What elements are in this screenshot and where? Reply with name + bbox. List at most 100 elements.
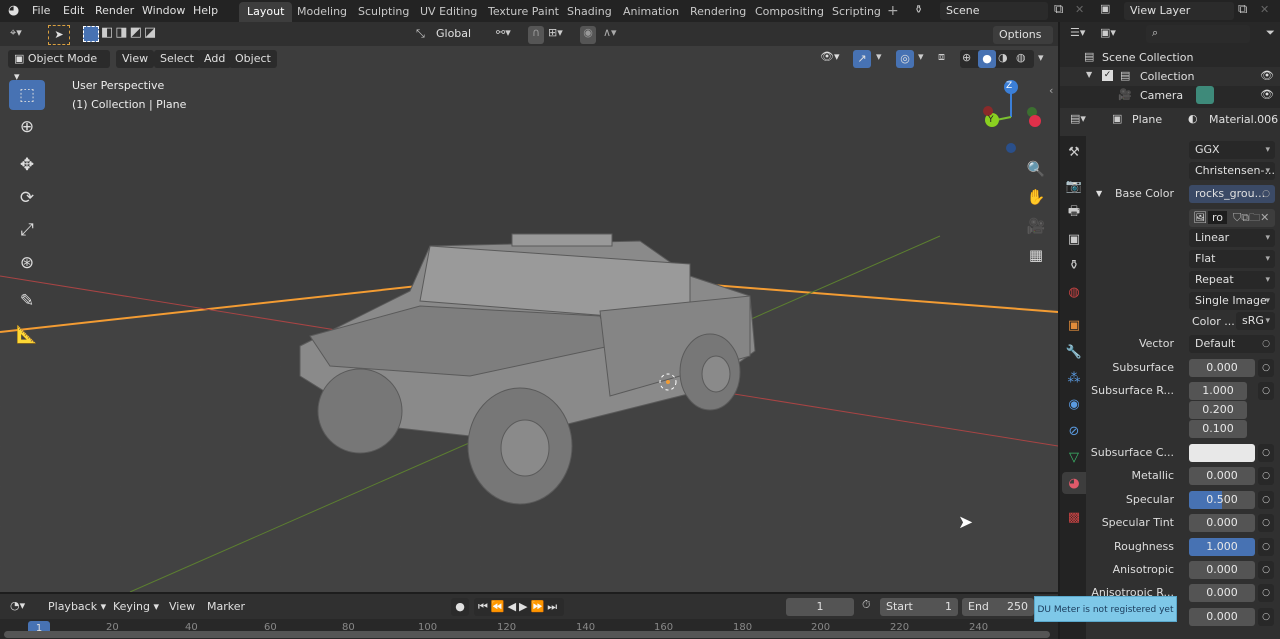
gizmo-z-label[interactable]: Z (1006, 81, 1012, 91)
specular-tint-socket-icon[interactable]: ○ (1258, 514, 1274, 532)
outliner-search-input[interactable] (1146, 25, 1250, 43)
interpolation-dropdown[interactable]: Linear ▾ (1189, 229, 1275, 247)
new-view-layer-icon[interactable]: ⧉ (1238, 2, 1247, 17)
tab-animation[interactable]: Animation (615, 2, 687, 22)
subsurface-color-swatch[interactable] (1189, 444, 1255, 462)
pivot-icon[interactable]: ⚯▾ (496, 26, 511, 39)
outliner-camera[interactable]: Camera (1140, 89, 1183, 102)
subsurface-socket-icon[interactable]: ○ (1258, 359, 1274, 377)
menu-file[interactable]: File (26, 3, 56, 19)
falloff-icon[interactable]: ∧▾ (603, 26, 617, 39)
scene-icon[interactable]: ⚱ (914, 3, 923, 16)
anisotropic-socket-icon[interactable]: ○ (1258, 561, 1274, 579)
subsurface-field[interactable]: 0.000 (1189, 359, 1255, 377)
proportional-edit-icon[interactable]: ◉ (580, 26, 596, 44)
outliner-display-icon[interactable]: ☰▾ (1070, 26, 1085, 39)
start-frame-field[interactable]: Start 1 (880, 598, 958, 616)
outliner-collection[interactable]: Collection (1140, 70, 1194, 83)
material-shading-icon[interactable]: ◑ (998, 51, 1008, 64)
orientation-dropdown[interactable]: Global (430, 25, 486, 43)
shading-dropdown-icon[interactable]: ▾ (1038, 51, 1044, 64)
eye-icon[interactable]: 👁 (1260, 88, 1274, 101)
new-scene-icon[interactable]: ⧉ (1054, 2, 1063, 17)
transform-tool-icon[interactable]: ⊛ (9, 248, 45, 278)
metallic-socket-icon[interactable]: ○ (1258, 467, 1274, 485)
menu-playback[interactable]: Playback ▾ (42, 598, 112, 616)
snap-target-icon[interactable]: ⊞▾ (548, 26, 563, 39)
tab-uv-editing[interactable]: UV Editing (412, 2, 485, 22)
object-tab-icon[interactable]: ▣ (1062, 314, 1086, 336)
snap-icon[interactable]: ∩ (528, 26, 544, 44)
scale-tool-icon[interactable]: ⤢ (9, 215, 45, 245)
xray-icon[interactable]: ⧈ (938, 50, 945, 64)
delete-view-layer-icon[interactable]: ✕ (1260, 3, 1269, 16)
select-mode-icons[interactable]: ◧◨◩◪ (101, 25, 158, 40)
overlay-toggle-icon[interactable]: ◎ (896, 50, 914, 68)
blender-logo-icon[interactable]: ◕ (8, 3, 19, 18)
annotate-tool-icon[interactable]: ✎ (9, 286, 45, 316)
record-icon[interactable]: ● (451, 598, 469, 616)
image-selector[interactable]: 🖼 ro ⛉⧉🗀✕ (1189, 209, 1275, 227)
menu-marker[interactable]: Marker (201, 598, 251, 616)
menu-edit[interactable]: Edit (57, 3, 90, 19)
tool-tab-icon[interactable]: ⚒ (1062, 141, 1086, 163)
menu-window[interactable]: Window (136, 3, 191, 19)
anisotropic-rotation-socket-icon[interactable]: ○ (1258, 584, 1274, 602)
zoom-icon[interactable]: 🔍 (1024, 157, 1048, 181)
world-tab-icon[interactable]: ◍ (1062, 281, 1086, 303)
expand-icon[interactable]: ▼ (1086, 70, 1092, 79)
constraints-tab-icon[interactable]: ⊘ (1062, 420, 1086, 442)
source-dropdown[interactable]: Single Image ▾ (1189, 292, 1275, 310)
view-layer-tab-icon[interactable]: ▣ (1062, 228, 1086, 250)
tab-shading[interactable]: Shading (559, 2, 620, 22)
outliner-filter-icon[interactable]: ▣▾ (1100, 26, 1116, 39)
3d-viewport[interactable] (0, 46, 1058, 592)
specular-tint-field[interactable]: 0.000 (1189, 514, 1255, 532)
wireframe-shading-icon[interactable]: ⊕ (962, 51, 971, 64)
view-layer-field[interactable]: View Layer (1124, 2, 1234, 20)
menu-select[interactable]: Select (154, 50, 200, 68)
menu-render[interactable]: Render (89, 3, 140, 19)
subsurface-radius-y[interactable]: 0.200 (1189, 401, 1247, 419)
next-socket-icon[interactable]: ○ (1258, 608, 1274, 626)
roughness-socket-icon[interactable]: ○ (1258, 538, 1274, 556)
cursor-tool-icon[interactable]: ⊕ (9, 112, 45, 142)
object-mode-dropdown[interactable]: ▣ Object Mode ▾ (8, 50, 110, 83)
menu-keying[interactable]: Keying ▾ (107, 598, 165, 616)
checkbox-icon[interactable]: ✓ (1102, 70, 1113, 81)
image-name[interactable]: ro (1208, 211, 1228, 224)
next-field[interactable]: 0.000 (1189, 608, 1255, 626)
filter-icon[interactable]: ⏷ (1266, 26, 1275, 40)
roughness-slider[interactable]: 1.000 (1189, 538, 1255, 556)
measure-tool-icon[interactable]: 📐 (9, 320, 45, 350)
vector-link[interactable]: Default ○ (1189, 335, 1275, 353)
add-workspace-icon[interactable]: + (887, 3, 899, 19)
timeline-editor-icon[interactable]: ◔▾ (10, 599, 25, 612)
base-color-link[interactable]: rocks_grou... ○ (1189, 185, 1275, 203)
menu-help[interactable]: Help (187, 3, 224, 19)
solid-shading-icon[interactable]: ● (978, 50, 996, 68)
subsurface-radius-z[interactable]: 0.100 (1189, 420, 1247, 438)
move-tool-icon[interactable]: ✥ (9, 150, 45, 180)
properties-type-icon[interactable]: ▤▾ (1070, 112, 1086, 125)
editor-type-icon[interactable]: ⌖▾ (10, 26, 22, 40)
tab-modeling[interactable]: Modeling (289, 2, 355, 22)
scene-tab-icon[interactable]: ⚱ (1062, 254, 1086, 276)
gizmo-toggle-icon[interactable]: ↗ (853, 50, 871, 68)
tab-texture-paint[interactable]: Texture Paint (480, 2, 567, 22)
menu-timeline-view[interactable]: View (163, 598, 201, 616)
current-frame-field[interactable]: 1 (786, 598, 854, 616)
metallic-field[interactable]: 0.000 (1189, 467, 1255, 485)
subsurface-color-socket-icon[interactable]: ○ (1258, 444, 1274, 462)
eye-icon[interactable]: 👁 (1260, 69, 1274, 82)
sidebar-toggle-icon[interactable]: ‹ (1049, 84, 1053, 97)
rotate-tool-icon[interactable]: ⟳ (9, 183, 45, 213)
scene-field[interactable]: Scene (940, 2, 1048, 20)
stopwatch-icon[interactable]: ⏱ (862, 598, 871, 612)
menu-view[interactable]: View (116, 50, 155, 68)
anisotropic-rotation-field[interactable]: 0.000 (1189, 584, 1255, 602)
select-new-icon[interactable] (83, 26, 99, 42)
extension-dropdown[interactable]: Repeat ▾ (1189, 271, 1275, 289)
gizmo-dropdown-icon[interactable]: ▾ (876, 50, 882, 63)
camera-data-icon[interactable] (1196, 86, 1214, 104)
